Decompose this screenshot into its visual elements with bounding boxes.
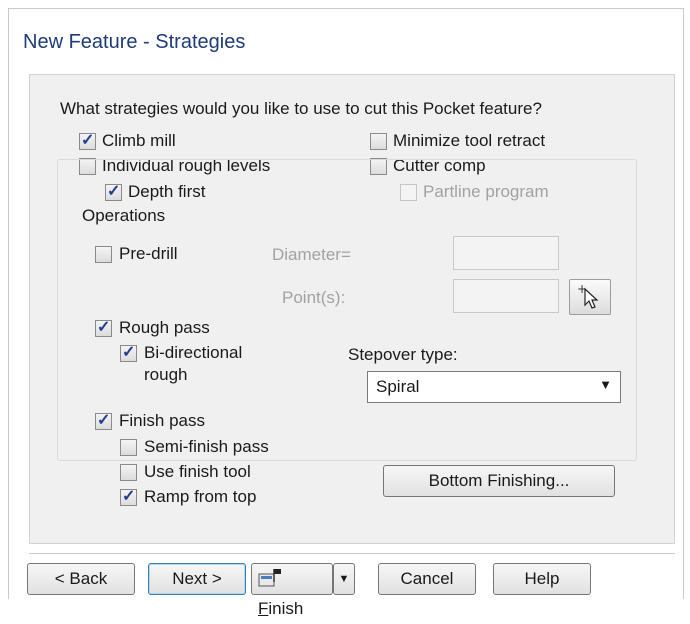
bidirectional-label-line1: Bi-directional — [144, 343, 243, 362]
dropdown-arrow-icon: ▼ — [599, 377, 612, 392]
pre-drill-label: Pre-drill — [119, 244, 178, 263]
semi-finish-pass-checkbox[interactable]: ✓ — [120, 439, 137, 456]
climb-mill-checkbox[interactable]: ✓ — [79, 132, 96, 150]
diameter-field[interactable] — [453, 236, 559, 270]
next-button[interactable]: Next > — [148, 563, 246, 595]
finish-mnemonic: F — [258, 599, 269, 618]
bidirectional-label-line2: rough — [144, 365, 188, 384]
finish-pass-checkbox[interactable]: ✓ — [95, 412, 112, 430]
points-field[interactable] — [453, 279, 559, 313]
bidirectional-rough-checkbox[interactable]: ✓ — [120, 344, 137, 362]
finish-flag-icon — [258, 569, 281, 587]
finish-pass-label: Finish pass — [119, 411, 205, 430]
semi-finish-pass-label: Semi-finish pass — [144, 437, 269, 456]
finish-label-rest: inish — [268, 599, 304, 618]
bottom-finishing-button[interactable]: Bottom Finishing... — [383, 465, 615, 497]
finish-dropdown-button[interactable]: ▼ — [333, 563, 355, 595]
finish-button[interactable]: Finish — [251, 563, 333, 618]
back-button[interactable]: < Back — [27, 563, 135, 595]
new-feature-dialog: New Feature - Strategies What strategies… — [8, 8, 684, 618]
button-bar-separator — [29, 553, 675, 554]
pre-drill-checkbox[interactable]: ✓ — [95, 246, 112, 263]
ramp-from-top-label: Ramp from top — [144, 487, 257, 506]
stepover-type-label: Stepover type: — [348, 345, 458, 364]
use-finish-tool-label: Use finish tool — [144, 462, 251, 481]
points-label: Point(s): — [282, 288, 346, 307]
diameter-label: Diameter= — [272, 245, 351, 264]
stepover-type-value: Spiral — [376, 377, 420, 396]
operations-group-label: Operations — [80, 206, 168, 226]
climb-mill-label: Climb mill — [102, 131, 176, 150]
use-finish-tool-checkbox[interactable]: ✓ — [120, 464, 137, 481]
cancel-button[interactable]: Cancel — [378, 563, 476, 595]
rough-pass-label: Rough pass — [119, 318, 210, 337]
help-button[interactable]: Help — [493, 563, 591, 595]
minimize-tool-retract-label: Minimize tool retract — [393, 131, 546, 150]
ramp-from-top-checkbox[interactable]: ✓ — [120, 488, 137, 506]
pointer-pick-icon: + — [577, 282, 599, 309]
rough-pass-checkbox[interactable]: ✓ — [95, 319, 112, 337]
stepover-type-select[interactable]: Spiral ▼ — [367, 371, 621, 403]
question-label: What strategies would you like to use to… — [60, 99, 542, 118]
chevron-down-icon: ▼ — [338, 573, 350, 585]
dialog-title: New Feature - Strategies — [23, 31, 246, 53]
minimize-tool-retract-checkbox[interactable]: ✓ — [370, 133, 387, 150]
pick-points-button[interactable]: + — [569, 279, 611, 315]
